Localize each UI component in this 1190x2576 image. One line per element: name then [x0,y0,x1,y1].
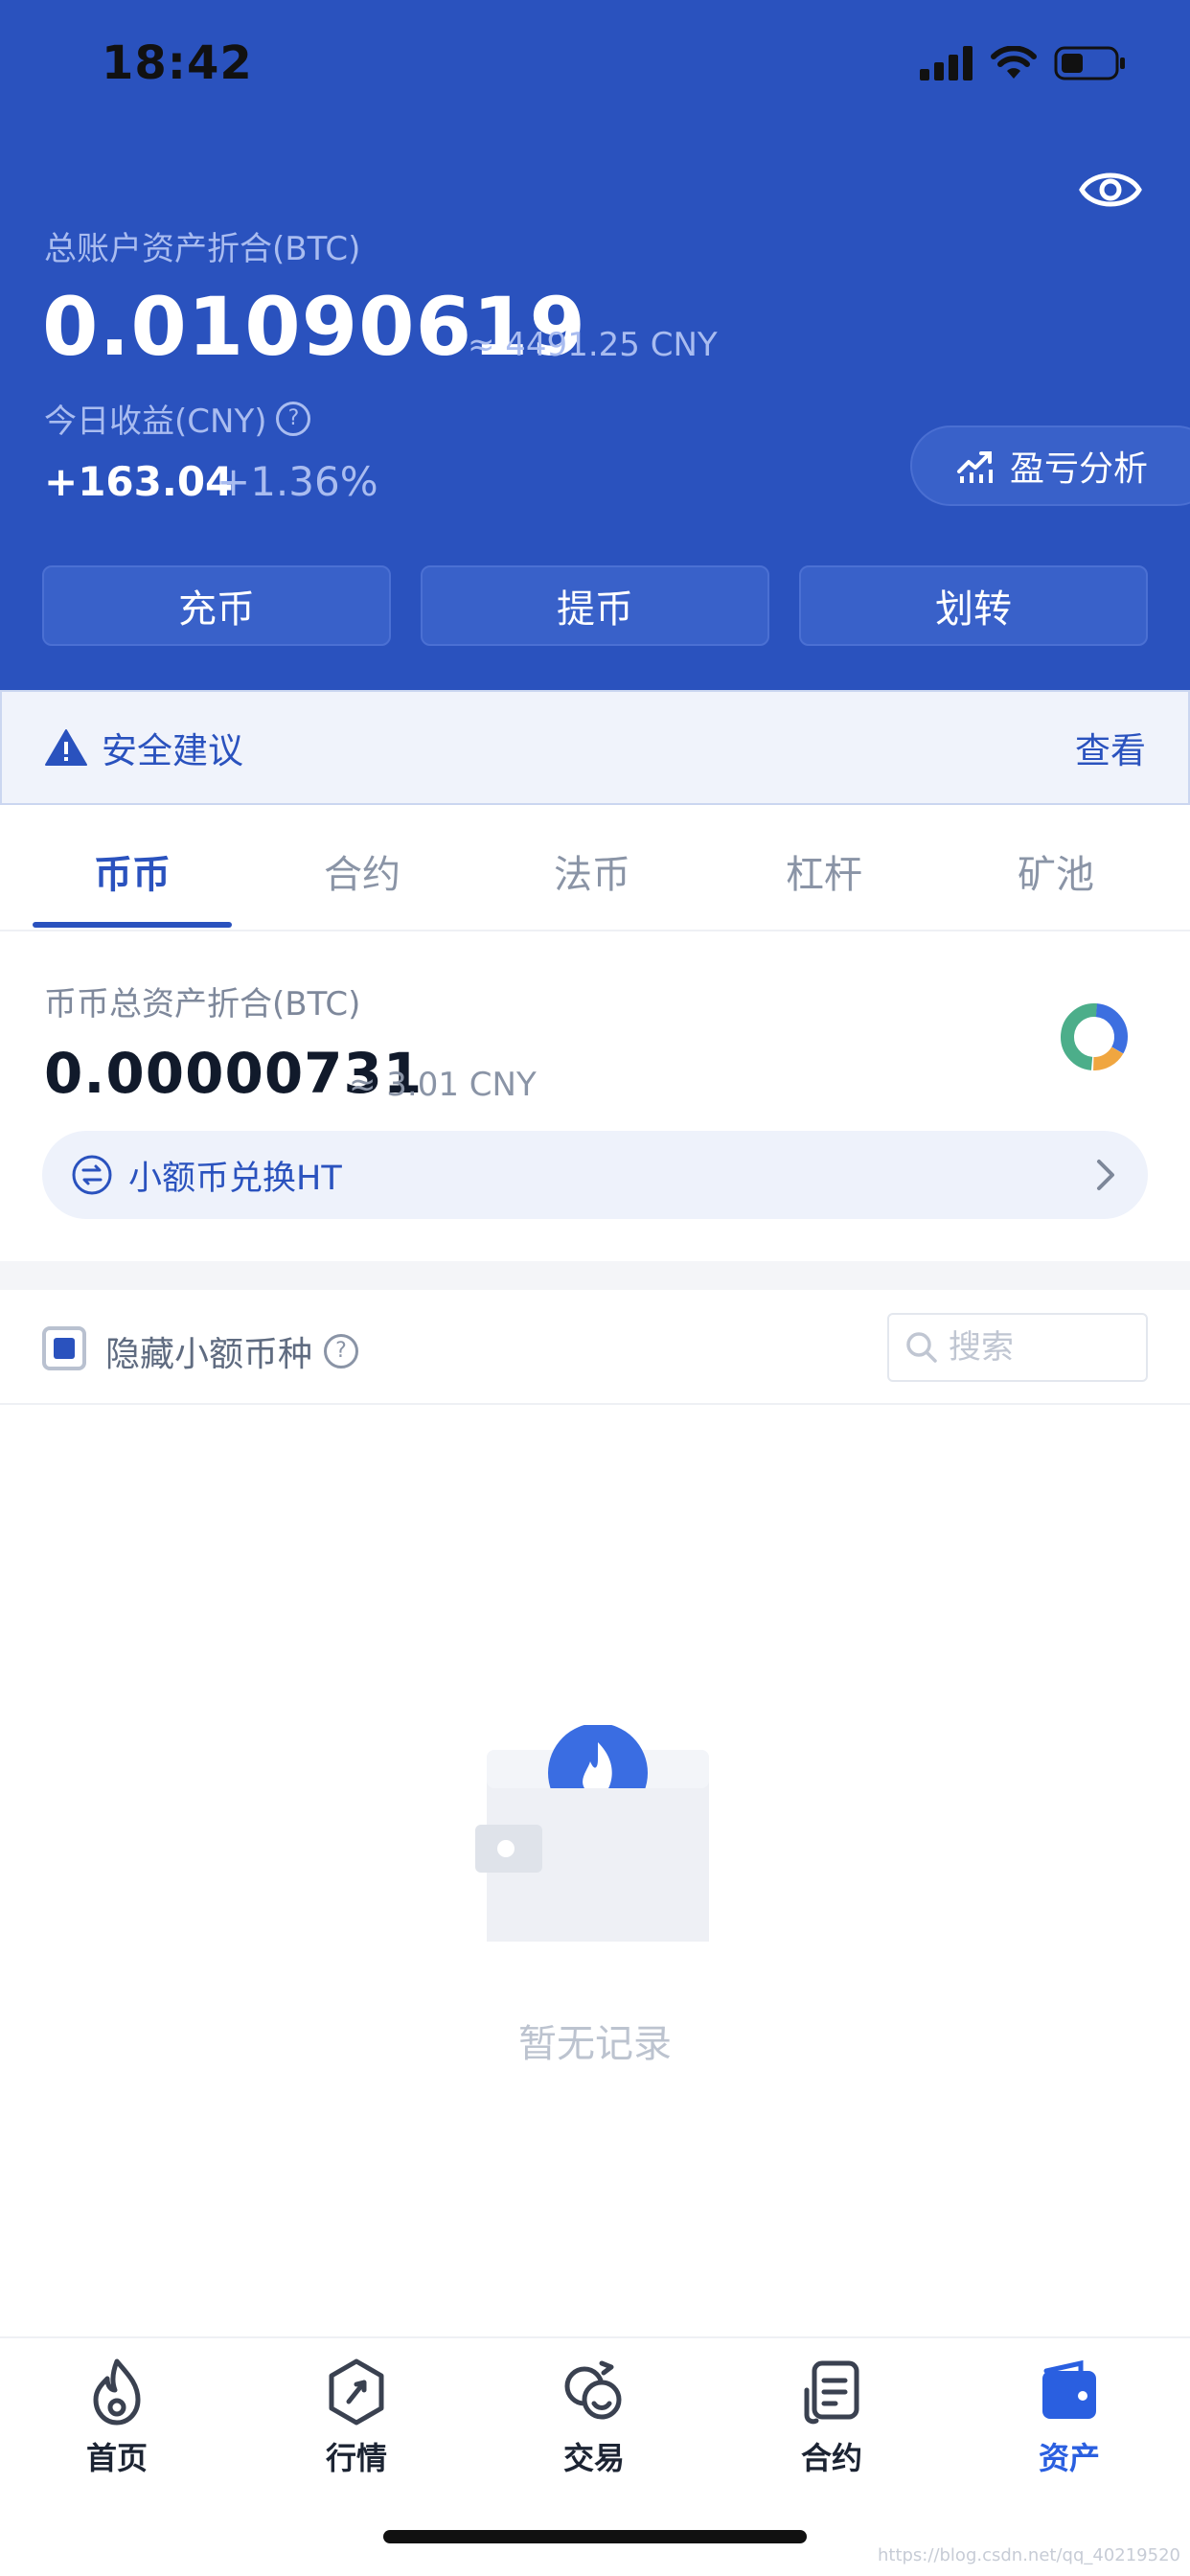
search-icon [906,1332,937,1363]
spot-assets-label: 币币总资产折合(BTC) [44,985,361,1024]
withdraw-button[interactable]: 提币 [421,565,769,646]
transfer-button[interactable]: 划转 [799,565,1148,646]
pnl-analysis-button[interactable]: 盈亏分析 [910,426,1190,506]
pnl-analysis-label: 盈亏分析 [1010,449,1149,489]
today-profit-label-text: 今日收益(CNY) [44,402,267,441]
tab-contract[interactable]: 合约 [266,843,458,899]
home-flame-icon [93,2358,141,2426]
spot-assets-cny: ≈ 3.01 CNY [349,1066,537,1104]
warning-icon [45,729,87,766]
security-view-link[interactable]: 查看 [1075,722,1146,773]
nav-trade[interactable]: 交易 [517,2358,671,2478]
small-coin-convert-button[interactable]: 小额币兑换HT [42,1131,1148,1219]
trade-exchange-icon [564,2360,622,2420]
eye-icon[interactable] [1079,159,1142,220]
tab-pool[interactable]: 矿池 [960,843,1152,899]
nav-assets-label: 资产 [1038,2440,1100,2476]
coin-search [887,1313,1148,1382]
wifi-icon [991,46,1037,79]
chevron-right-icon [1097,1160,1114,1190]
hide-small-coins-checkbox[interactable] [42,1326,86,1370]
market-compass-icon [329,2358,384,2426]
asset-header: 18:42 总账户资产折合(BTC) 0.01090619 ≈ 4491.25 … [0,0,1190,690]
home-indicator[interactable] [383,2530,807,2543]
nav-market-label: 行情 [325,2440,387,2476]
empty-wallet-illustration [475,1725,709,1942]
empty-state-text: 暂无记录 [518,2022,672,2066]
tab-margin[interactable]: 杠杆 [728,843,920,899]
account-tabs: 币币 合约 法币 杠杆 矿池 [0,805,1190,932]
contract-document-icon [804,2360,859,2425]
tab-active-indicator [33,922,232,928]
help-icon[interactable]: ? [276,401,311,436]
trend-chart-icon [957,451,993,483]
deposit-button[interactable]: 充币 [42,565,391,646]
swap-icon [72,1155,112,1195]
hide-small-coins-label: 隐藏小额币种 [105,1335,313,1374]
watermark: https://blog.csdn.net/qq_40219520 [877,2545,1180,2565]
nav-market[interactable]: 行情 [280,2358,433,2478]
wallet-icon [1042,2359,1096,2419]
battery-icon [1054,46,1125,80]
nav-trade-label: 交易 [562,2440,625,2476]
tab-fiat[interactable]: 法币 [496,843,688,899]
hide-small-coins: 隐藏小额币种 ? [105,1326,359,1376]
asset-actions: 充币 提币 划转 [42,565,1148,646]
nav-assets[interactable]: 资产 [993,2358,1146,2478]
nav-home-label: 首页 [85,2440,148,2476]
small-coin-convert-label: 小额币兑换HT [128,1159,342,1198]
today-profit-percent: +1.36% [217,458,378,505]
status-time: 18:42 [102,36,253,90]
security-tip-label: 安全建议 [102,730,243,771]
total-assets-cny: ≈ 4491.25 CNY [468,326,718,364]
nav-home[interactable]: 首页 [40,2358,194,2478]
nav-contract[interactable]: 合约 [755,2358,908,2478]
today-profit-value: +163.04 [44,458,234,505]
tab-spot[interactable]: 币币 [36,843,228,899]
signal-icon [920,46,973,80]
search-input[interactable] [949,1328,1131,1367]
small-coin-convert: 小额币兑换HT [71,1151,342,1200]
today-profit-label: 今日收益(CNY) ? [44,395,311,442]
coin-filter-bar: 隐藏小额币种 ? [0,1290,1190,1405]
security-tip-bar[interactable]: 安全建议 查看 [0,690,1190,805]
section-divider [0,1261,1190,1290]
asset-distribution-icon[interactable] [1058,1000,1131,1073]
security-tip: 安全建议 [44,722,243,773]
status-icons [920,44,1127,82]
help-icon[interactable]: ? [324,1334,359,1368]
total-assets-label: 总账户资产折合(BTC) [44,230,361,268]
nav-contract-label: 合约 [800,2440,862,2476]
